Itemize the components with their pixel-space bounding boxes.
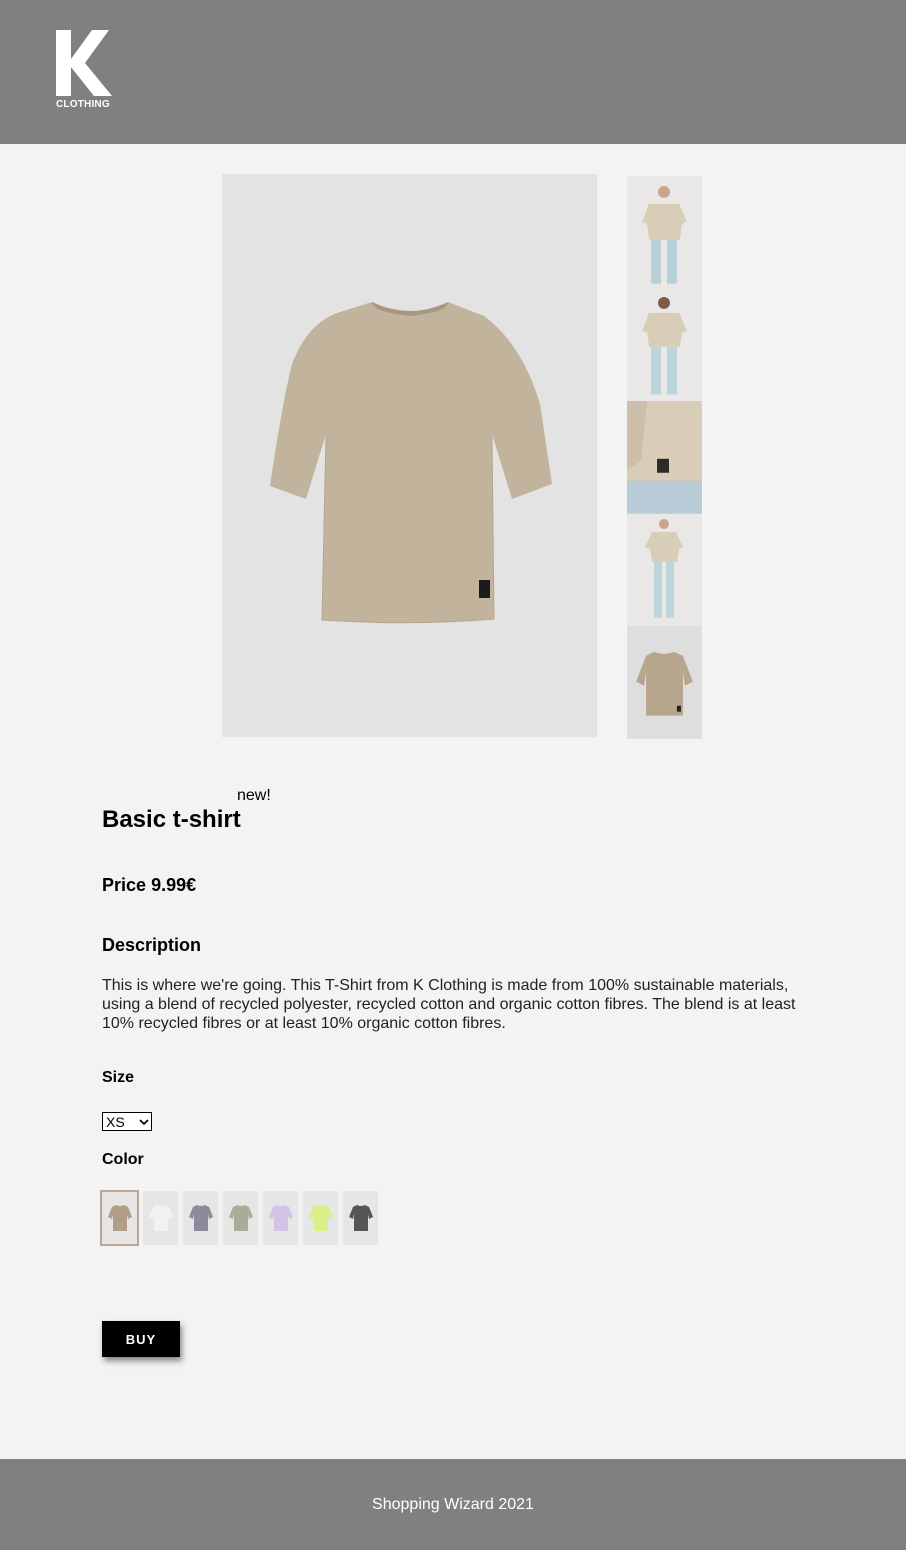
new-badge: new! <box>237 787 271 804</box>
thumbnail-sleeve-detail[interactable] <box>627 401 702 514</box>
logo-text: CLOTHING <box>56 99 110 110</box>
product-title: Basic t-shirt <box>102 806 241 833</box>
color-swatch-white[interactable] <box>143 1191 178 1245</box>
k-clothing-logo[interactable]: CLOTHING <box>56 30 114 110</box>
chevron-down-icon <box>139 1118 149 1125</box>
color-swatch-sage[interactable] <box>223 1191 258 1245</box>
color-swatch-grey-lilac[interactable] <box>183 1191 218 1245</box>
thumbnail-strip <box>627 176 702 739</box>
thumbnail-model-front[interactable] <box>627 176 702 289</box>
color-swatch-lime[interactable] <box>303 1191 338 1245</box>
color-swatches <box>100 1190 378 1246</box>
color-swatch-beige[interactable] <box>100 1190 139 1246</box>
tshirt-lime-icon <box>308 1205 333 1231</box>
main-product-image <box>222 174 597 737</box>
size-heading: Size <box>102 1069 135 1086</box>
price-label: Price <box>102 875 147 895</box>
tshirt-sage-icon <box>228 1205 253 1231</box>
k-logo-icon <box>56 30 112 96</box>
price-value: 9.99€ <box>151 875 197 895</box>
size-select-value: XS <box>106 1113 125 1130</box>
thumbnail-flatlay[interactable] <box>627 626 702 739</box>
thumbnail-model-back[interactable] <box>627 288 702 402</box>
description-heading: Description <box>102 935 202 955</box>
footer-text: Shopping Wizard 2021 <box>372 1495 534 1513</box>
site-header: CLOTHING <box>0 0 906 144</box>
site-footer: Shopping Wizard 2021 <box>0 1459 906 1550</box>
tshirt-charcoal-icon <box>348 1205 373 1231</box>
tshirt-grey-lilac-icon <box>188 1205 213 1231</box>
color-swatch-lavender[interactable] <box>263 1191 298 1245</box>
buy-button[interactable]: BUY <box>102 1321 180 1357</box>
product-price: Price 9.99€ <box>102 875 196 896</box>
size-select[interactable]: XS <box>102 1112 152 1131</box>
tshirt-beige-icon <box>107 1205 132 1231</box>
tshirt-lavender-icon <box>268 1205 293 1231</box>
color-heading: Color <box>102 1151 144 1168</box>
color-swatch-charcoal[interactable] <box>343 1191 378 1245</box>
thumbnail-model-full[interactable] <box>627 513 702 627</box>
tshirt-image <box>222 174 597 737</box>
tshirt-white-icon <box>148 1205 173 1231</box>
description-text: This is where we're going. This T-Shirt … <box>102 977 796 1032</box>
